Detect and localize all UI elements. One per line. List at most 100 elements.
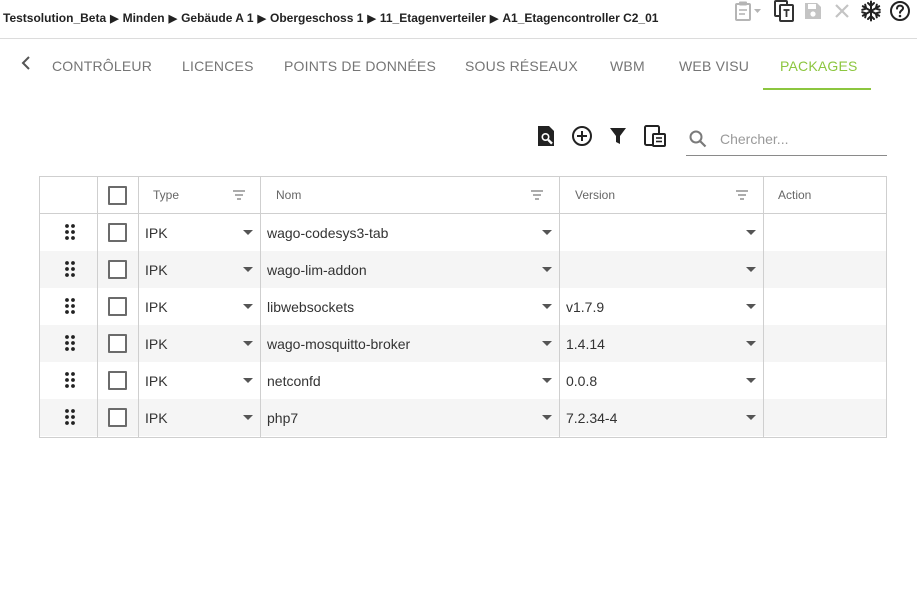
version-dropdown-icon[interactable] <box>746 267 756 272</box>
tab-controleur[interactable]: CONTRÔLEUR <box>52 58 152 74</box>
breadcrumb-item[interactable]: Obergeschoss 1 <box>270 11 363 25</box>
row-checkbox[interactable] <box>108 371 127 390</box>
type-column-filter-icon[interactable] <box>232 188 246 202</box>
name-cell[interactable]: wago-lim-addon <box>267 262 367 278</box>
version-dropdown-icon[interactable] <box>746 304 756 309</box>
table-row[interactable]: IPK libwebsockets v1.7.9 <box>40 288 886 325</box>
type-dropdown-icon[interactable] <box>243 341 253 346</box>
breadcrumb-item-current: A1_Etagencontroller C2_01 <box>502 11 659 25</box>
add-circle-icon <box>571 125 593 152</box>
type-dropdown-icon[interactable] <box>243 267 253 272</box>
column-divider <box>763 177 764 437</box>
table-row[interactable]: IPK netconfd 0.0.8 <box>40 362 886 399</box>
name-dropdown-icon[interactable] <box>542 378 552 383</box>
freeze-button[interactable] <box>860 0 882 22</box>
name-cell[interactable]: libwebsockets <box>267 299 354 315</box>
table-row[interactable]: IPK wago-mosquitto-broker 1.4.14 <box>40 325 886 362</box>
version-dropdown-icon[interactable] <box>746 378 756 383</box>
version-column-filter-icon[interactable] <box>735 188 749 202</box>
type-cell[interactable]: IPK <box>145 299 168 315</box>
type-cell[interactable]: IPK <box>145 373 168 389</box>
close-icon <box>833 2 851 20</box>
name-cell[interactable]: wago-mosquitto-broker <box>267 336 410 352</box>
active-tab-indicator <box>763 88 871 90</box>
type-cell[interactable]: IPK <box>145 336 168 352</box>
row-checkbox[interactable] <box>108 223 127 242</box>
row-checkbox[interactable] <box>108 260 127 279</box>
tab-sous-reseaux[interactable]: SOUS RÉSEAUX <box>465 58 578 74</box>
name-dropdown-icon[interactable] <box>542 304 552 309</box>
drag-handle-icon[interactable] <box>64 297 76 315</box>
name-cell[interactable]: wago-codesys3-tab <box>267 225 388 241</box>
name-column-filter-icon[interactable] <box>530 188 544 202</box>
name-cell[interactable]: php7 <box>267 410 298 426</box>
breadcrumb-item[interactable]: Testsolution_Beta <box>3 11 106 25</box>
name-dropdown-icon[interactable] <box>542 267 552 272</box>
drag-handle-icon[interactable] <box>64 223 76 241</box>
type-dropdown-icon[interactable] <box>243 415 253 420</box>
breadcrumb-item[interactable]: 11_Etagenverteiler <box>380 11 486 25</box>
table-row[interactable]: IPK wago-lim-addon <box>40 251 886 288</box>
version-dropdown-icon[interactable] <box>746 341 756 346</box>
version-cell[interactable]: 0.0.8 <box>566 373 597 389</box>
select-all-checkbox[interactable] <box>108 186 127 205</box>
version-cell[interactable]: 1.4.14 <box>566 336 605 352</box>
type-dropdown-icon[interactable] <box>243 378 253 383</box>
column-header-type[interactable]: Type <box>153 188 179 202</box>
table-header-row: Type Nom Version Action <box>40 177 886 214</box>
search-icon <box>688 129 708 149</box>
tab-web-visu[interactable]: WEB VISU <box>679 58 749 74</box>
tab-packages[interactable]: PACKAGES <box>780 58 858 74</box>
tab-wbm[interactable]: WBM <box>610 58 645 74</box>
search-box <box>686 124 887 156</box>
name-dropdown-icon[interactable] <box>542 415 552 420</box>
type-dropdown-icon[interactable] <box>243 230 253 235</box>
drag-handle-icon[interactable] <box>64 371 76 389</box>
column-divider <box>260 177 261 437</box>
add-package-button[interactable] <box>571 125 593 152</box>
version-cell[interactable]: 7.2.34-4 <box>566 410 617 426</box>
breadcrumb-separator-icon: ▶ <box>257 13 266 25</box>
row-checkbox[interactable] <box>108 408 127 427</box>
type-cell[interactable]: IPK <box>145 225 168 241</box>
breadcrumb-item[interactable]: Gebäude A 1 <box>181 11 253 25</box>
tab-scroll-left-button[interactable] <box>16 54 36 76</box>
name-dropdown-icon[interactable] <box>542 230 552 235</box>
column-header-action: Action <box>778 188 812 202</box>
row-checkbox[interactable] <box>108 334 127 353</box>
name-cell[interactable]: netconfd <box>267 373 321 389</box>
type-dropdown-icon[interactable] <box>243 304 253 309</box>
breadcrumb: Testsolution_Beta ▶ Minden ▶ Gebäude A 1 ▶ Obe… <box>3 11 658 25</box>
name-dropdown-icon[interactable] <box>542 341 552 346</box>
tab-bar: CONTRÔLEUR LICENCES POINTS DE DONNÉES SO… <box>0 40 917 90</box>
table-row[interactable]: IPK php7 7.2.34-4 <box>40 399 886 436</box>
column-header-name[interactable]: Nom <box>276 188 301 202</box>
breadcrumb-separator-icon: ▶ <box>110 13 119 25</box>
search-input[interactable] <box>720 128 880 150</box>
clipboard-menu-button[interactable] <box>732 0 764 22</box>
table-row[interactable]: IPK wago-codesys3-tab <box>40 214 886 251</box>
preview-button[interactable] <box>535 125 557 149</box>
help-icon <box>889 0 911 22</box>
close-button[interactable] <box>831 0 853 22</box>
version-dropdown-icon[interactable] <box>746 230 756 235</box>
column-header-version[interactable]: Version <box>575 188 615 202</box>
tab-points-de-donnees[interactable]: POINTS DE DONNÉES <box>284 58 436 74</box>
column-settings-button[interactable] <box>643 124 667 149</box>
copy-button[interactable] <box>773 0 795 22</box>
save-button[interactable] <box>802 0 824 22</box>
breadcrumb-separator-icon: ▶ <box>367 13 376 25</box>
version-cell[interactable]: v1.7.9 <box>566 299 604 315</box>
drag-handle-icon[interactable] <box>64 408 76 426</box>
type-cell[interactable]: IPK <box>145 410 168 426</box>
copy-icon <box>773 0 795 22</box>
row-checkbox[interactable] <box>108 297 127 316</box>
version-dropdown-icon[interactable] <box>746 415 756 420</box>
breadcrumb-item[interactable]: Minden <box>123 11 165 25</box>
drag-handle-icon[interactable] <box>64 334 76 352</box>
filter-button[interactable] <box>607 127 629 149</box>
tab-licences[interactable]: LICENCES <box>182 58 254 74</box>
drag-handle-icon[interactable] <box>64 260 76 278</box>
help-button[interactable] <box>889 0 911 22</box>
type-cell[interactable]: IPK <box>145 262 168 278</box>
